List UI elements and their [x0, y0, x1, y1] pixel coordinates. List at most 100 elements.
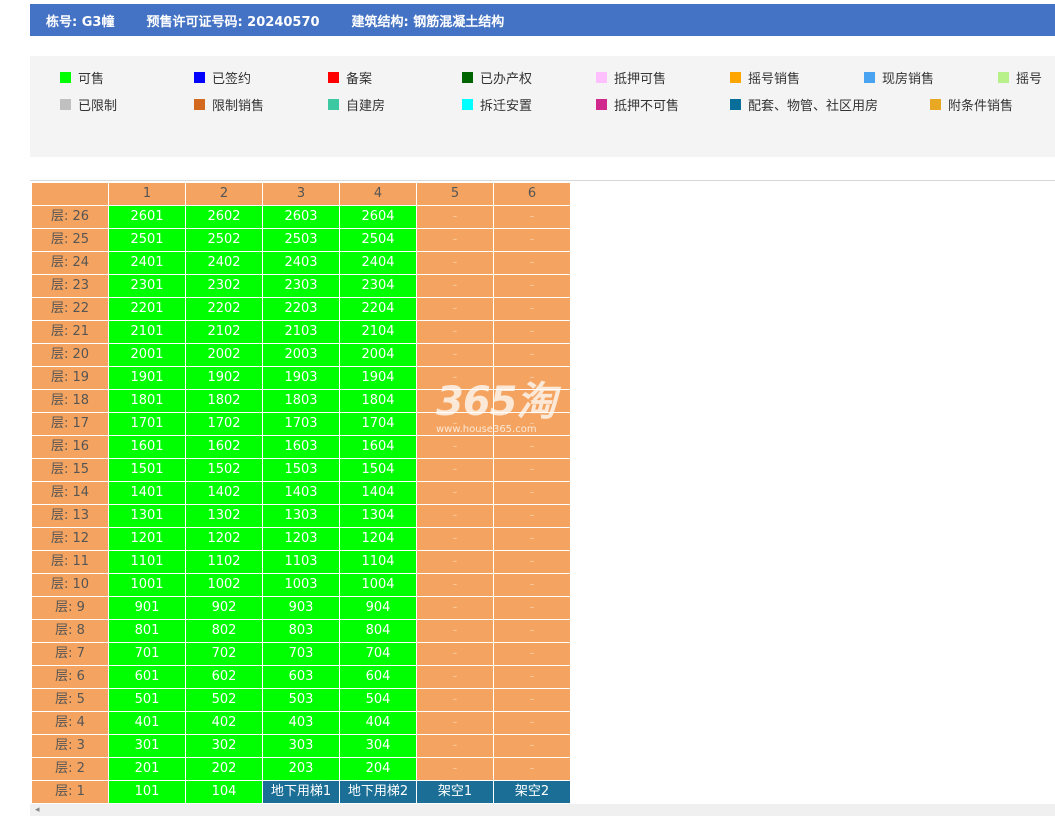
unit-cell[interactable]: 2203 — [263, 298, 339, 320]
unit-cell[interactable]: 1803 — [263, 390, 339, 412]
unit-cell[interactable]: 2604 — [340, 206, 416, 228]
unit-cell[interactable]: 1204 — [340, 528, 416, 550]
unit-cell[interactable]: 1504 — [340, 459, 416, 481]
unit-cell[interactable]: 2404 — [340, 252, 416, 274]
unit-cell[interactable]: 802 — [186, 620, 262, 642]
unit-cell[interactable]: 2304 — [340, 275, 416, 297]
unit-cell[interactable]: 1502 — [186, 459, 262, 481]
unit-cell[interactable]: 2502 — [186, 229, 262, 251]
unit-cell[interactable]: 1702 — [186, 413, 262, 435]
unit-cell[interactable]: 1202 — [186, 528, 262, 550]
unit-cell[interactable]: 1801 — [109, 390, 185, 412]
unit-cell[interactable]: 804 — [340, 620, 416, 642]
unit-cell[interactable]: 702 — [186, 643, 262, 665]
unit-cell[interactable]: 1304 — [340, 505, 416, 527]
unit-cell[interactable]: 904 — [340, 597, 416, 619]
unit-cell[interactable]: 2402 — [186, 252, 262, 274]
unit-cell[interactable]: 2403 — [263, 252, 339, 274]
unit-cell[interactable]: 304 — [340, 735, 416, 757]
unit-cell[interactable]: 2103 — [263, 321, 339, 343]
unit-cell[interactable]: 201 — [109, 758, 185, 780]
unit-cell[interactable]: 2602 — [186, 206, 262, 228]
unit-cell[interactable]: 404 — [340, 712, 416, 734]
unit-cell[interactable]: 901 — [109, 597, 185, 619]
unit-cell[interactable]: 架空2 — [494, 781, 570, 803]
unit-cell[interactable]: 1503 — [263, 459, 339, 481]
unit-cell[interactable]: 701 — [109, 643, 185, 665]
unit-cell[interactable]: 1903 — [263, 367, 339, 389]
scroll-left-arrow-icon[interactable]: ◂ — [35, 805, 40, 815]
unit-cell[interactable]: 601 — [109, 666, 185, 688]
unit-cell[interactable]: 302 — [186, 735, 262, 757]
unit-cell[interactable]: 403 — [263, 712, 339, 734]
unit-cell[interactable]: 703 — [263, 643, 339, 665]
unit-cell[interactable]: 2202 — [186, 298, 262, 320]
unit-cell[interactable]: 2004 — [340, 344, 416, 366]
unit-cell[interactable]: 1303 — [263, 505, 339, 527]
unit-cell[interactable]: 1602 — [186, 436, 262, 458]
unit-cell[interactable]: 604 — [340, 666, 416, 688]
unit-cell[interactable]: 1301 — [109, 505, 185, 527]
unit-cell[interactable]: 1904 — [340, 367, 416, 389]
unit-cell[interactable]: 地下用梯2 — [340, 781, 416, 803]
horizontal-scrollbar[interactable]: ◂ — [30, 804, 1055, 816]
unit-cell[interactable]: 303 — [263, 735, 339, 757]
unit-cell[interactable]: 2201 — [109, 298, 185, 320]
unit-cell[interactable]: 1103 — [263, 551, 339, 573]
unit-cell[interactable]: 603 — [263, 666, 339, 688]
unit-cell[interactable]: 402 — [186, 712, 262, 734]
unit-cell[interactable]: 2104 — [340, 321, 416, 343]
unit-cell[interactable]: 803 — [263, 620, 339, 642]
unit-cell[interactable]: 1601 — [109, 436, 185, 458]
unit-cell[interactable]: 1003 — [263, 574, 339, 596]
unit-cell[interactable]: 2002 — [186, 344, 262, 366]
unit-cell[interactable]: 2204 — [340, 298, 416, 320]
unit-cell[interactable]: 501 — [109, 689, 185, 711]
unit-cell[interactable]: 1501 — [109, 459, 185, 481]
unit-cell[interactable]: 401 — [109, 712, 185, 734]
unit-cell[interactable]: 1104 — [340, 551, 416, 573]
unit-cell[interactable]: 2504 — [340, 229, 416, 251]
unit-cell[interactable]: 502 — [186, 689, 262, 711]
unit-cell[interactable]: 1004 — [340, 574, 416, 596]
unit-cell[interactable]: 1802 — [186, 390, 262, 412]
unit-cell[interactable]: 1901 — [109, 367, 185, 389]
unit-cell[interactable]: 2601 — [109, 206, 185, 228]
unit-cell[interactable]: 1001 — [109, 574, 185, 596]
unit-cell[interactable]: 1404 — [340, 482, 416, 504]
unit-cell[interactable]: 1302 — [186, 505, 262, 527]
unit-cell[interactable]: 1203 — [263, 528, 339, 550]
unit-cell[interactable]: 104 — [186, 781, 262, 803]
unit-cell[interactable]: 2401 — [109, 252, 185, 274]
unit-cell[interactable]: 1401 — [109, 482, 185, 504]
unit-cell[interactable]: 1703 — [263, 413, 339, 435]
unit-cell[interactable]: 902 — [186, 597, 262, 619]
unit-cell[interactable]: 2503 — [263, 229, 339, 251]
unit-cell[interactable]: 1902 — [186, 367, 262, 389]
unit-cell[interactable]: 602 — [186, 666, 262, 688]
unit-cell[interactable]: 1403 — [263, 482, 339, 504]
unit-cell[interactable]: 202 — [186, 758, 262, 780]
unit-cell[interactable]: 1604 — [340, 436, 416, 458]
unit-cell[interactable]: 204 — [340, 758, 416, 780]
unit-cell[interactable]: 2101 — [109, 321, 185, 343]
unit-cell[interactable]: 1201 — [109, 528, 185, 550]
unit-cell[interactable]: 704 — [340, 643, 416, 665]
unit-cell[interactable]: 503 — [263, 689, 339, 711]
unit-cell[interactable]: 1002 — [186, 574, 262, 596]
unit-cell[interactable]: 1804 — [340, 390, 416, 412]
unit-cell[interactable]: 地下用梯1 — [263, 781, 339, 803]
unit-cell[interactable]: 2001 — [109, 344, 185, 366]
unit-cell[interactable]: 2301 — [109, 275, 185, 297]
unit-cell[interactable]: 2102 — [186, 321, 262, 343]
unit-cell[interactable]: 2501 — [109, 229, 185, 251]
unit-cell[interactable]: 903 — [263, 597, 339, 619]
unit-cell[interactable]: 1704 — [340, 413, 416, 435]
unit-cell[interactable]: 2303 — [263, 275, 339, 297]
unit-cell[interactable]: 1603 — [263, 436, 339, 458]
unit-cell[interactable]: 2603 — [263, 206, 339, 228]
unit-cell[interactable]: 2003 — [263, 344, 339, 366]
unit-cell[interactable]: 2302 — [186, 275, 262, 297]
unit-cell[interactable]: 801 — [109, 620, 185, 642]
unit-cell[interactable]: 1101 — [109, 551, 185, 573]
